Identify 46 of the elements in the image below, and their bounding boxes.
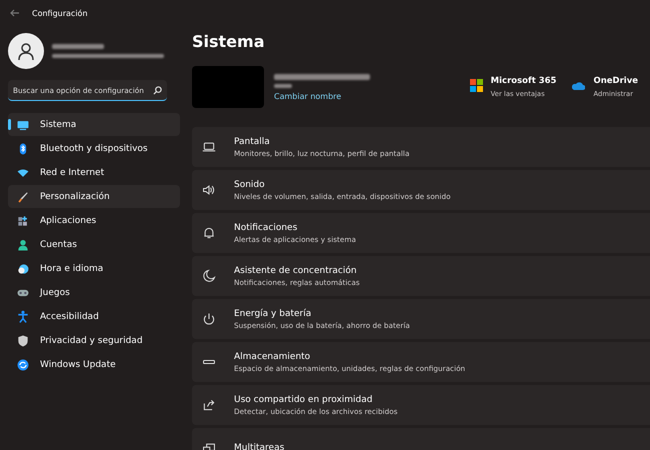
blurred-device-model	[274, 84, 292, 88]
setting-title: Uso compartido en proximidad	[234, 394, 374, 404]
category-icon	[16, 358, 30, 372]
category-icon	[16, 262, 30, 276]
sidebar-item[interactable]: Sistema	[8, 113, 180, 136]
sidebar-item[interactable]: Personalización	[8, 185, 180, 208]
category-icon	[16, 214, 30, 228]
service-title[interactable]: Microsoft 365	[490, 76, 556, 86]
setting-icon	[202, 140, 216, 154]
category-icon	[16, 334, 30, 348]
setting-title: Sonido	[234, 180, 266, 190]
category-icon	[16, 190, 30, 204]
avatar[interactable]	[8, 33, 44, 69]
category-icon	[16, 238, 30, 252]
page-title: Sistema	[192, 32, 266, 51]
setting-icon	[202, 269, 216, 283]
setting-icon	[202, 398, 216, 412]
setting-title: Energía y batería	[234, 308, 312, 318]
rename-link[interactable]: Cambiar nombre	[274, 92, 370, 100]
sidebar-item[interactable]: Aplicaciones	[8, 209, 180, 232]
search-icon[interactable]	[153, 86, 162, 95]
four-squares-logo-icon	[470, 79, 483, 92]
sidebar-item[interactable]: Red e Internet	[8, 161, 180, 184]
back-arrow-icon[interactable]	[10, 8, 20, 18]
category-icon	[16, 310, 30, 324]
device-image	[192, 66, 264, 108]
blurred-user-name	[52, 44, 104, 49]
settings-card[interactable]: Multitareas	[192, 428, 650, 450]
sidebar-item[interactable]: Cuentas	[8, 233, 180, 256]
sidebar-item[interactable]: Juegos	[8, 281, 180, 304]
service-title[interactable]: OneDrive	[593, 76, 638, 86]
setting-icon	[202, 226, 216, 240]
setting-icon	[202, 183, 216, 197]
setting-title: Notificaciones	[234, 222, 298, 232]
setting-title: Pantalla	[234, 136, 271, 146]
setting-title: Multitareas	[234, 443, 284, 450]
setting-title: Almacenamiento	[234, 352, 312, 362]
sidebar-item[interactable]: Accesibilidad	[8, 305, 180, 328]
selection-indicator	[8, 119, 11, 130]
sidebar-item[interactable]: Hora e idioma	[8, 257, 180, 280]
setting-icon	[202, 312, 216, 326]
sidebar-item[interactable]: Windows Update	[8, 353, 180, 376]
sidebar-item[interactable]: Bluetooth y dispositivos	[8, 137, 180, 160]
setting-title: Asistente de concentración	[234, 266, 358, 276]
sidebar-item[interactable]: Privacidad y seguridad	[8, 329, 180, 352]
window-title: Configuración	[32, 8, 88, 18]
